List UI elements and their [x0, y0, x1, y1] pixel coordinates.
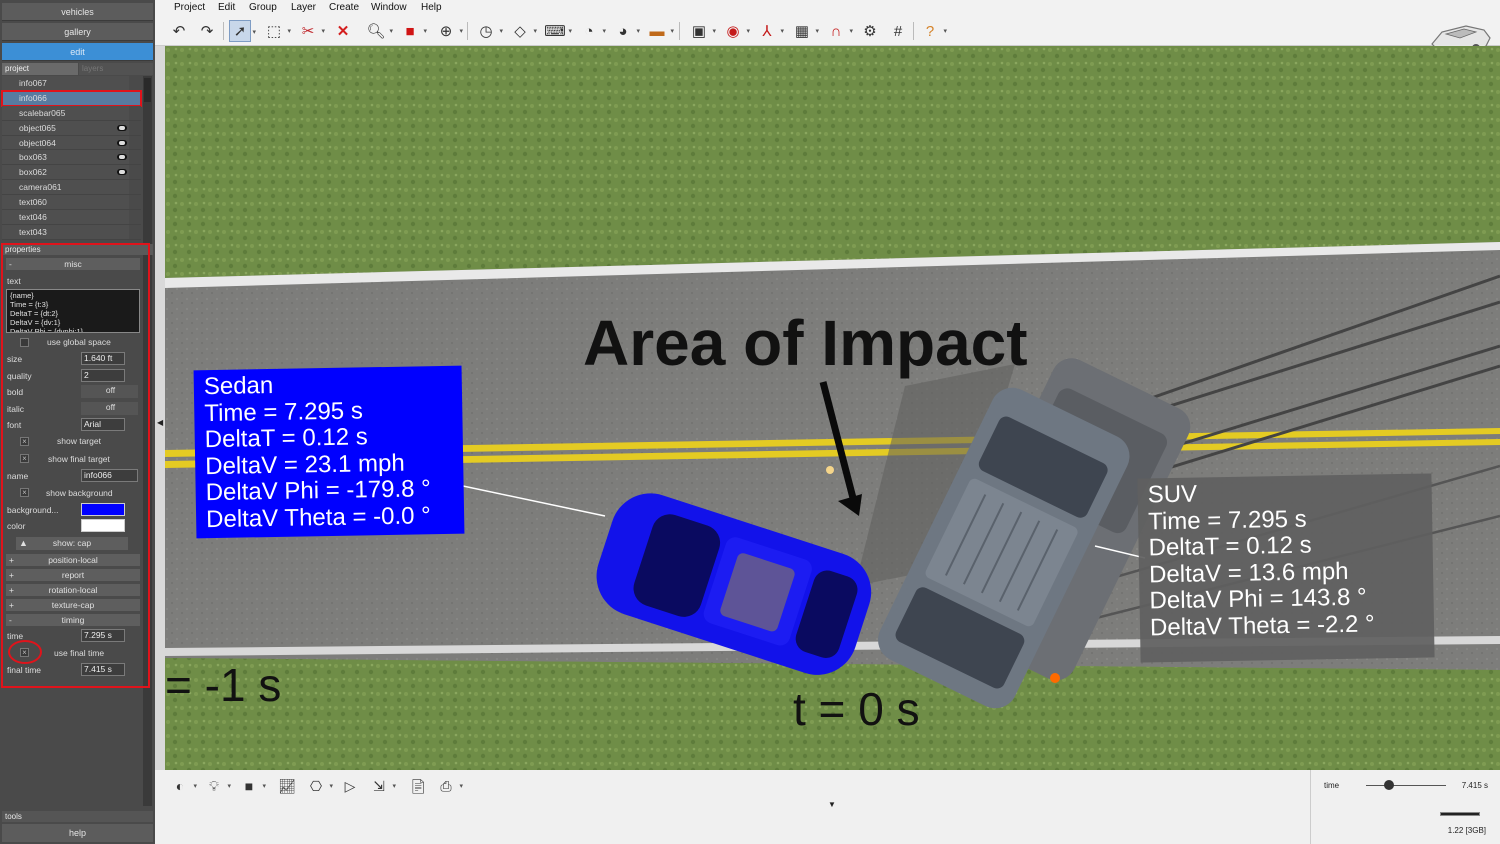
eye-icon[interactable]: [117, 139, 127, 146]
collapse-panel-icon[interactable]: ◀: [157, 418, 163, 427]
object-list: info067 info066 scalebar065 object065 ob…: [1, 76, 142, 240]
print-icon[interactable]: ⎙ ▾: [435, 775, 463, 797]
menu-group[interactable]: Group: [249, 2, 277, 13]
eye-icon[interactable]: [117, 169, 127, 176]
graph-icon[interactable]: 📈︎: [276, 775, 298, 797]
time-slider[interactable]: [1366, 785, 1446, 786]
list-item[interactable]: box063: [2, 150, 141, 166]
background-square-icon[interactable]: ■ ▾: [238, 775, 266, 797]
list-item[interactable]: info067: [2, 76, 141, 91]
edit-button[interactable]: edit: [2, 43, 153, 61]
menu-bar: Project Edit Group Layer Create Window H…: [155, 0, 1500, 16]
clock-icon[interactable]: ◷ ▾: [475, 20, 503, 42]
eye-icon[interactable]: [117, 124, 127, 131]
sedan-info-label[interactable]: Sedan Time = 7.295 s DeltaT = 0.12 s Del…: [193, 365, 465, 539]
protractor-icon[interactable]: ◕ ▾: [612, 20, 640, 42]
light-icon[interactable]: 💡︎ ▾: [203, 775, 231, 797]
list-item[interactable]: object064: [2, 135, 141, 151]
tab-layers[interactable]: layers: [79, 63, 153, 75]
menu-window[interactable]: Window: [371, 2, 407, 13]
left-time-label: = -1 s: [165, 659, 282, 711]
report-icon[interactable]: 📄︎: [407, 775, 429, 797]
delete-icon[interactable]: ✕: [332, 20, 354, 42]
export-icon[interactable]: ⇲ ▾: [368, 775, 396, 797]
undo-icon[interactable]: ↶: [168, 20, 190, 42]
panel-tabs: project layers: [2, 63, 153, 75]
menu-layer[interactable]: Layer: [291, 2, 316, 13]
plane-icon[interactable]: ◇ ▾: [509, 20, 537, 42]
target-icon[interactable]: ◉ ▾: [722, 20, 750, 42]
render-mode-icon[interactable]: ◐ ▾: [169, 775, 197, 797]
time-slider-label: time: [1324, 781, 1340, 790]
label-tool-icon[interactable]: ⌨ ▾: [544, 20, 572, 42]
time-slider-knob[interactable]: [1384, 780, 1394, 790]
scrollbar-thumb[interactable]: [144, 78, 151, 102]
main-toolbar: ↶ ↷ ➚ ▾ ⬚ ▾ ✂ ▾ ✕ 🔍︎ ▾ ■ ▾ ⊕ ▾ ◷ ▾ ◇ ▾ ⌨ ▾ ◔ ▾ ◕ ▾ …: [155, 16, 1500, 54]
time-control: time 7.415 s 1.22 [3GB]: [1310, 770, 1500, 844]
select-arrow-icon[interactable]: ➚ ▾: [229, 20, 256, 42]
menu-edit[interactable]: Edit: [218, 2, 235, 13]
camera-icon[interactable]: ⎔ ▾: [305, 775, 333, 797]
cube-icon[interactable]: ■ ▾: [399, 20, 427, 42]
list-item[interactable]: object065: [2, 120, 141, 136]
tab-project[interactable]: project: [2, 63, 78, 75]
list-item-selected[interactable]: info066: [1, 89, 142, 107]
vehicles-button[interactable]: vehicles: [2, 3, 153, 21]
scale-bar: [1440, 812, 1480, 816]
list-item[interactable]: box062: [2, 165, 141, 181]
suv-info-label[interactable]: SUV Time = 7.295 s DeltaT = 0.12 s Delta…: [1137, 473, 1435, 663]
menu-help[interactable]: Help: [421, 2, 442, 13]
app-window: vehicles gallery edit project layers inf…: [0, 0, 1500, 844]
magnet-icon[interactable]: ∩ ▾: [825, 20, 853, 42]
ruler-icon[interactable]: ▬ ▾: [646, 20, 675, 42]
bottom-toolbar: ◐ ▾ 💡︎ ▾ ■ ▾ 📈︎ ⎔ ▾ ▷ ⇲ ▾ 📄︎ ⎙ ▾ ▼ time 7.415 …: [155, 770, 1500, 844]
list-item[interactable]: scalebar065: [2, 105, 141, 121]
gallery-button[interactable]: gallery: [2, 23, 153, 41]
3d-viewport[interactable]: Area of Impact Sedan Time = 7.295 s Delt…: [165, 46, 1500, 770]
measure-angle-icon[interactable]: ◔ ▾: [578, 20, 606, 42]
list-item[interactable]: text043: [2, 224, 141, 240]
memory-readout: 1.22 [3GB]: [1447, 826, 1486, 835]
image-icon[interactable]: ▦ ▾: [791, 20, 819, 42]
gear-icon[interactable]: ⚙: [859, 20, 881, 42]
highlight-box: [1, 243, 150, 688]
tools-header[interactable]: tools: [2, 811, 153, 822]
grid-icon[interactable]: #: [887, 20, 909, 42]
box-select-icon[interactable]: ⬚ ▾: [263, 20, 291, 42]
axis-icon[interactable]: ⅄ ▾: [756, 20, 784, 42]
left-panel: vehicles gallery edit project layers inf…: [0, 0, 155, 844]
area-of-impact-title: Area of Impact: [583, 307, 1028, 379]
center-time-label: t = 0 s: [793, 683, 920, 735]
highlight-circle: [8, 640, 42, 664]
help-circle-icon[interactable]: ? ▾: [919, 20, 947, 42]
eye-icon[interactable]: [117, 154, 127, 161]
redo-icon[interactable]: ↷: [196, 20, 218, 42]
play-icon[interactable]: ▷: [339, 775, 361, 797]
expand-down-icon[interactable]: ▼: [828, 800, 836, 809]
time-value: 7.415 s: [1461, 781, 1488, 790]
help-button[interactable]: help: [2, 824, 153, 842]
frame-icon[interactable]: ▣ ▾: [688, 20, 716, 42]
menu-project[interactable]: Project: [174, 2, 205, 13]
list-item[interactable]: text046: [2, 210, 141, 225]
list-item[interactable]: text060: [2, 195, 141, 211]
move-target-icon[interactable]: ⊕ ▾: [435, 20, 463, 42]
cut-tool-icon[interactable]: ✂ ▾: [297, 20, 325, 42]
zoom-icon[interactable]: 🔍︎ ▾: [365, 20, 393, 42]
list-item[interactable]: camera061: [2, 180, 141, 196]
menu-create[interactable]: Create: [329, 2, 359, 13]
